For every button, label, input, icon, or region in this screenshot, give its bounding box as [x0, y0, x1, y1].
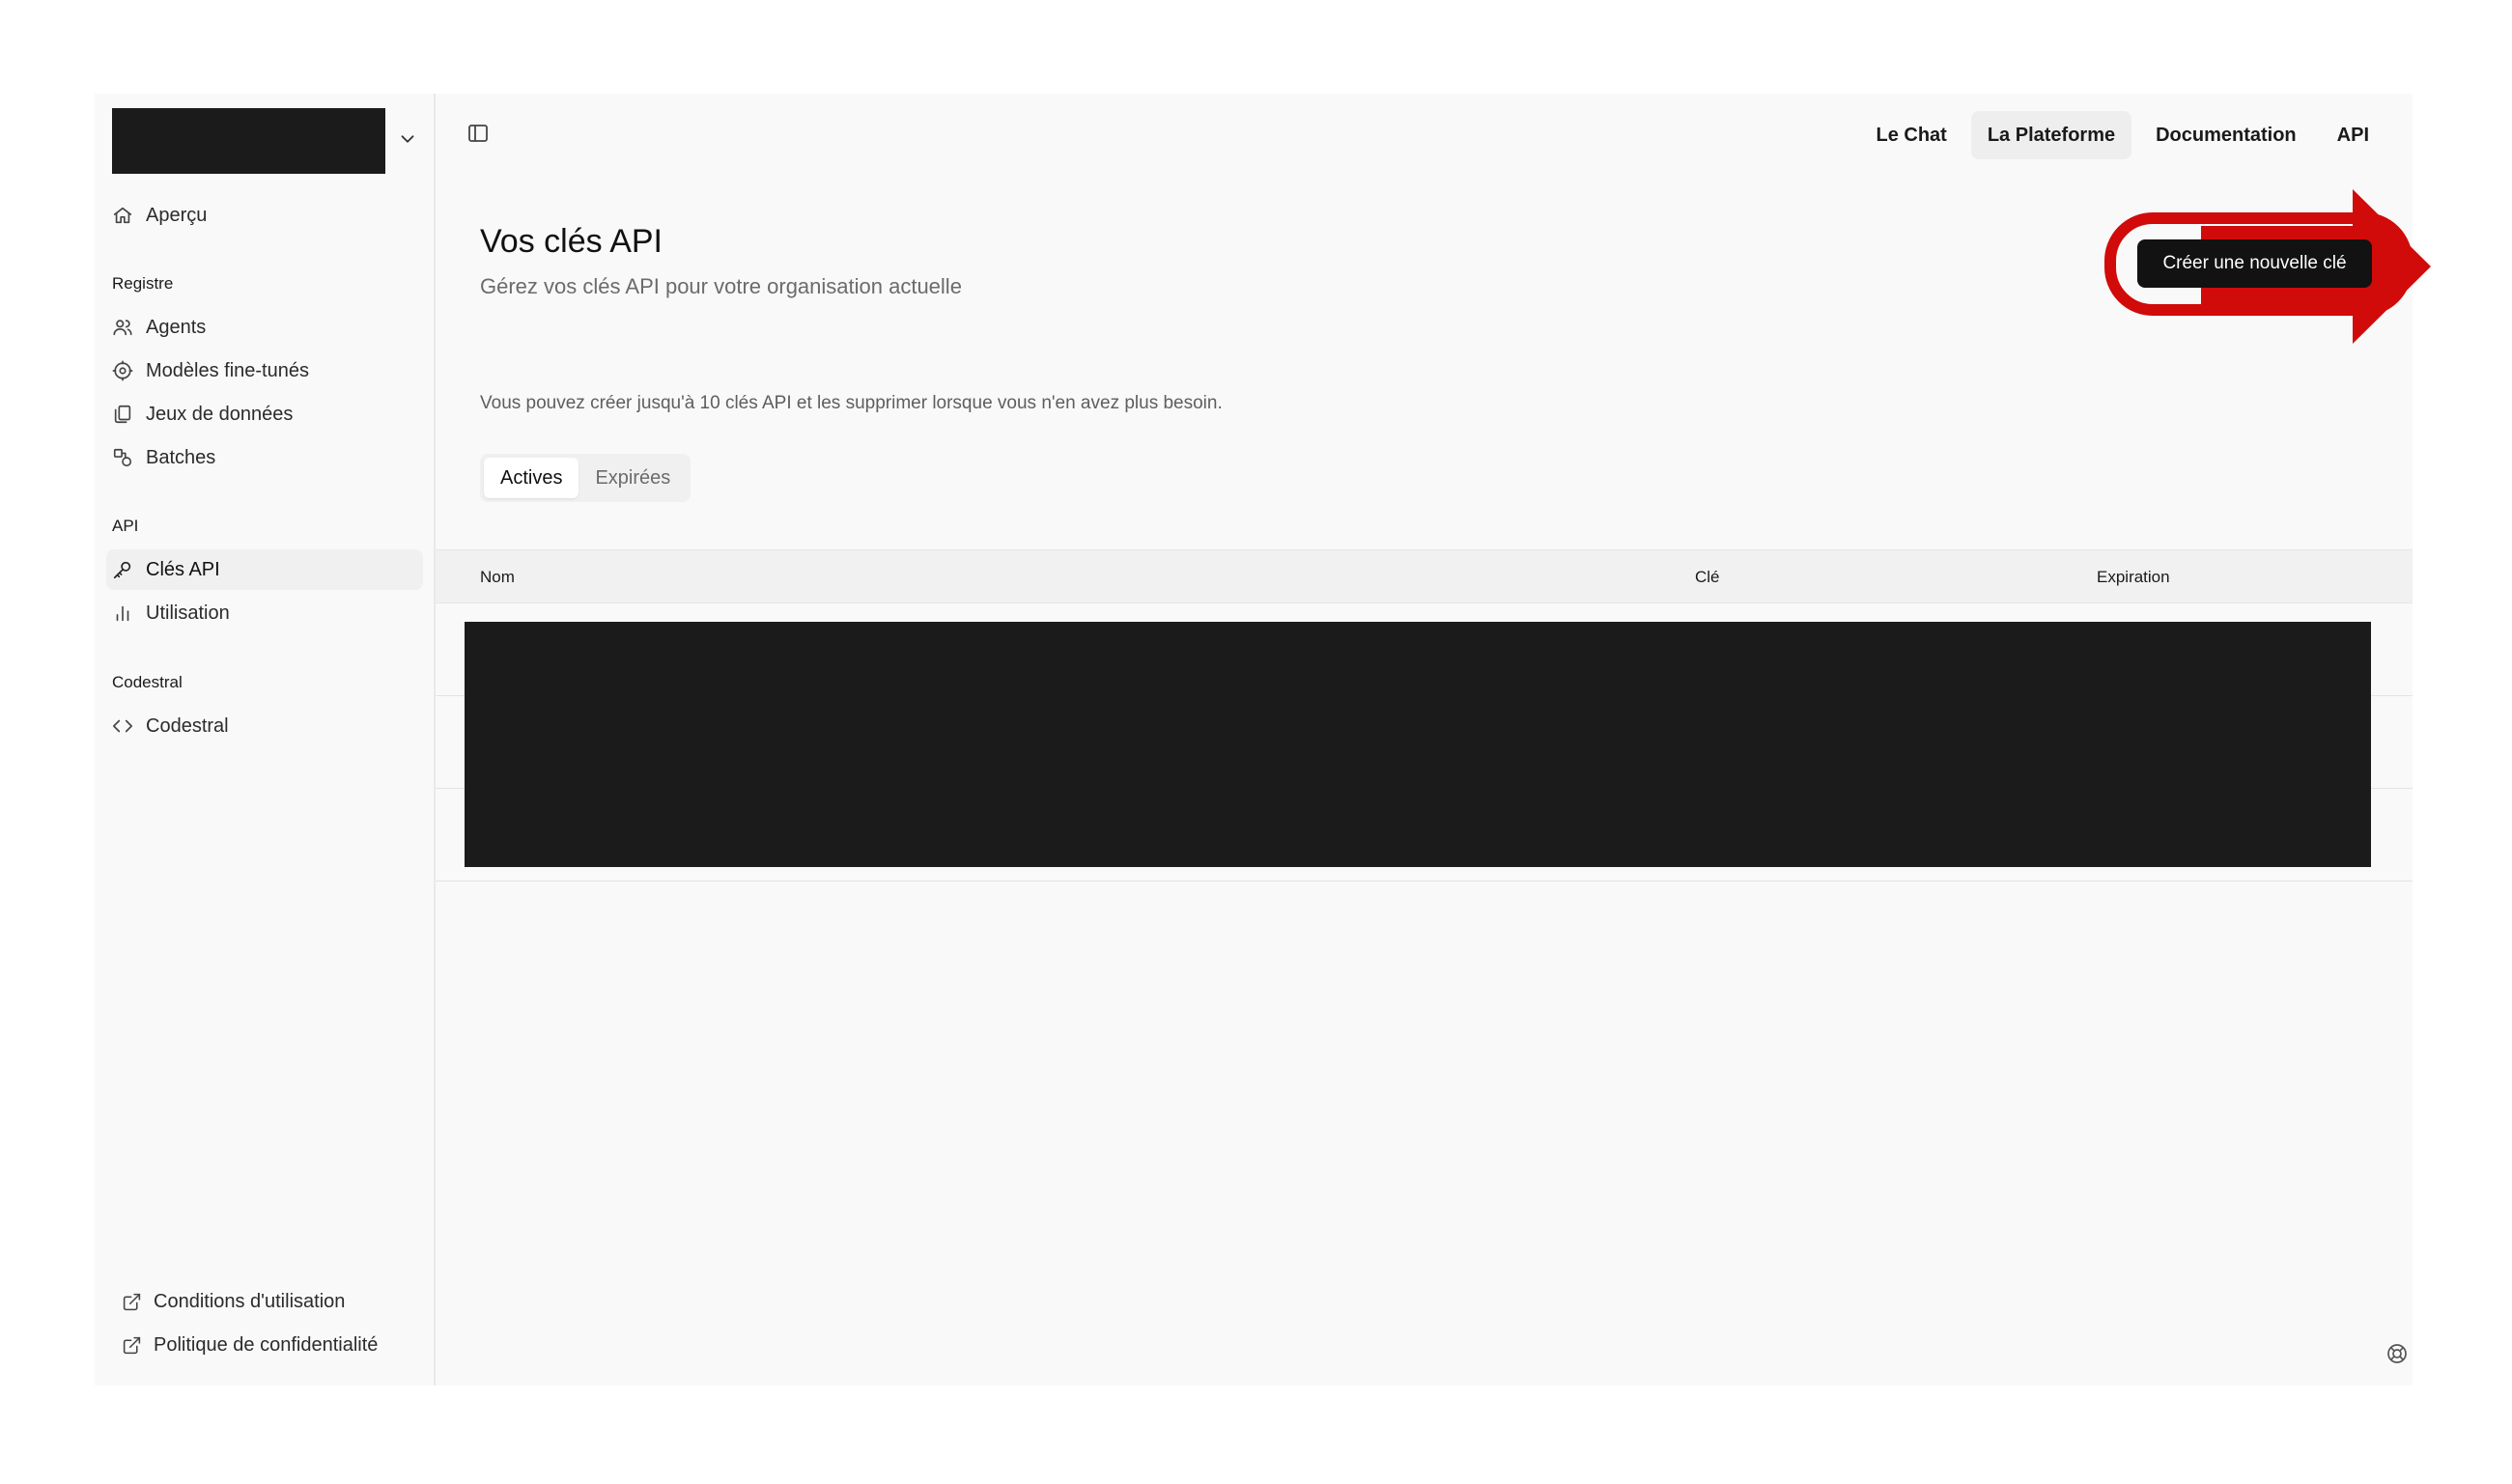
tab-active[interactable]: Actives: [484, 458, 579, 498]
bar-chart-icon: [116, 605, 129, 622]
sidebar-toggle-icon[interactable]: [466, 122, 490, 145]
sidebar-item-label: Utilisation: [146, 602, 230, 624]
privacy-policy-label: Politique de confidentialité: [154, 1333, 379, 1356]
tab-expired[interactable]: Expirées: [579, 458, 687, 498]
terms-of-use-link[interactable]: Conditions d'utilisation: [122, 1284, 345, 1319]
sidebar-item-label: Jeux de données: [146, 403, 294, 425]
section-label-api: API: [112, 517, 139, 535]
column-header-key: Clé: [1695, 568, 1720, 586]
create-new-key-button[interactable]: Créer une nouvelle clé: [2137, 239, 2372, 288]
section-label-codestral: Codestral: [112, 673, 183, 691]
sidebar-item-label: Batches: [146, 446, 216, 468]
help-lifebuoy-icon[interactable]: [2385, 1342, 2409, 1365]
sidebar-item-api-keys[interactable]: Clés API: [106, 549, 423, 590]
shapes-icon: [113, 448, 132, 467]
home-icon: [113, 207, 132, 224]
terms-of-use-label: Conditions d'utilisation: [154, 1290, 346, 1312]
chevron-down-icon[interactable]: [397, 128, 418, 150]
page-title: Vos clés API: [480, 223, 663, 260]
column-header-expiration: Expiration: [2097, 568, 2170, 586]
top-navigation: Le Chat La Plateforme Documentation API: [1859, 111, 2385, 159]
api-key-limit-info: Vous pouvez créer jusqu'à 10 clés API et…: [480, 393, 1223, 413]
sidebar-item-label: Codestral: [146, 714, 229, 737]
key-status-tabs: Actives Expirées: [480, 454, 692, 502]
organization-switcher-redacted[interactable]: [112, 108, 385, 174]
main-content: Le Chat La Plateforme Documentation API …: [436, 94, 2431, 1386]
topnav-documentation[interactable]: Documentation: [2139, 111, 2313, 159]
page-subtitle: Gérez vos clés API pour votre organisati…: [480, 274, 962, 298]
settings-cog-icon: [112, 360, 133, 381]
sidebar-item-codestral[interactable]: Codestral: [106, 706, 423, 746]
sidebar: Aperçu Registre Agents Modèles fine-tuné…: [95, 94, 436, 1386]
users-icon: [113, 320, 132, 336]
column-header-name: Nom: [480, 568, 515, 586]
section-label-registry: Registre: [112, 274, 174, 293]
sidebar-item-label: Aperçu: [146, 204, 208, 226]
sidebar-item-label: Modèles fine-tunés: [146, 359, 309, 381]
sidebar-item-agents[interactable]: Agents: [106, 307, 423, 348]
table-row-divider: [436, 881, 2413, 882]
sidebar-item-label: Agents: [146, 316, 207, 338]
code-icon: [113, 719, 132, 733]
files-icon: [114, 405, 131, 424]
app-window: Aperçu Registre Agents Modèles fine-tuné…: [95, 94, 2431, 1386]
topnav-api[interactable]: API: [2321, 111, 2385, 159]
table-header: Nom Clé Expiration: [436, 549, 2413, 603]
external-link-icon: [123, 1336, 141, 1354]
key-icon: [113, 561, 131, 579]
sidebar-item-datasets[interactable]: Jeux de données: [106, 394, 423, 434]
external-link-icon: [123, 1293, 141, 1310]
sidebar-item-overview[interactable]: Aperçu: [106, 195, 423, 236]
sidebar-item-usage[interactable]: Utilisation: [106, 593, 423, 633]
privacy-policy-link[interactable]: Politique de confidentialité: [122, 1328, 378, 1362]
sidebar-item-label: Clés API: [146, 558, 220, 580]
sidebar-item-batches[interactable]: Batches: [106, 437, 423, 478]
redacted-key-rows: [465, 622, 2371, 867]
sidebar-item-finetuned-models[interactable]: Modèles fine-tunés: [106, 350, 423, 391]
topnav-la-plateforme[interactable]: La Plateforme: [1970, 111, 2132, 159]
topnav-le-chat[interactable]: Le Chat: [1859, 111, 1962, 159]
